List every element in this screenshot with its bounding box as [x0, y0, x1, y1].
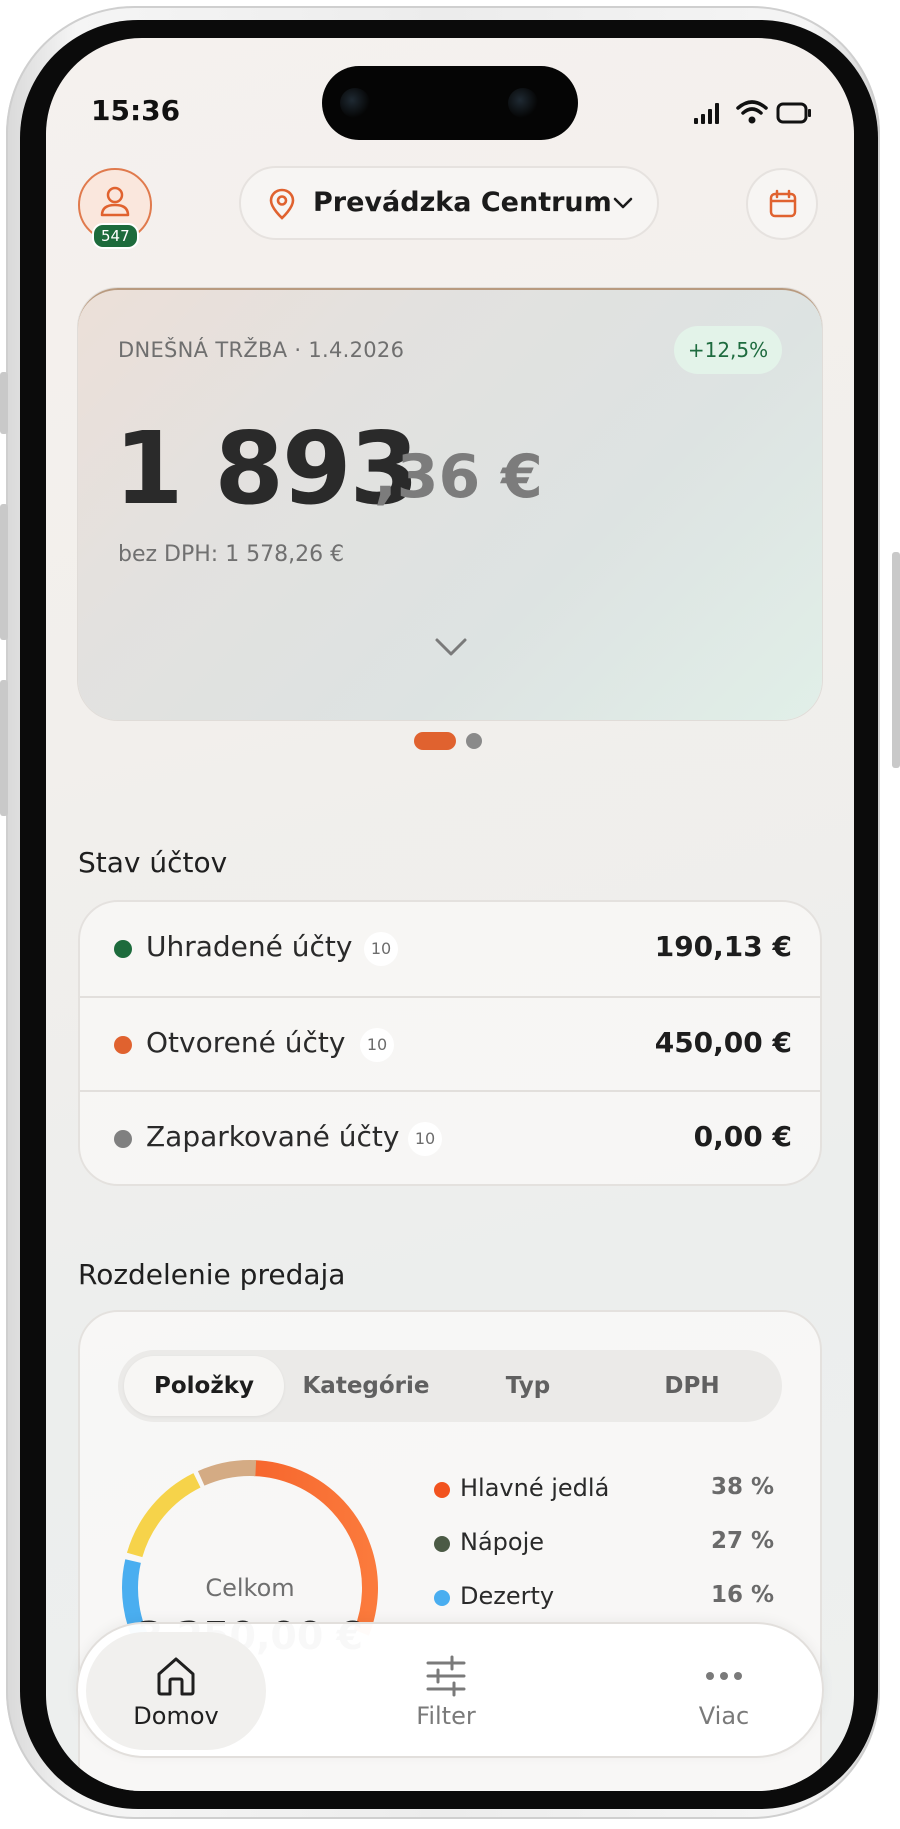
revenue-change-badge: +12,5%	[674, 326, 782, 374]
legend-dot	[434, 1482, 450, 1498]
revenue-cents: ,36 €	[374, 442, 543, 512]
home-icon	[157, 1657, 195, 1696]
action-button	[0, 372, 8, 434]
legend-name: Nápoje	[460, 1528, 545, 1556]
legend-pct: 16 %	[710, 1582, 774, 1608]
revenue-net: bez DPH: 1 578,26 €	[118, 542, 345, 567]
tab-home-label: Domov	[133, 1702, 219, 1730]
account-count: 10	[408, 1122, 442, 1156]
account-count: 10	[360, 1028, 394, 1062]
calendar-button[interactable]	[746, 168, 818, 240]
accounts-title: Stav účtov	[78, 846, 228, 879]
chevron-down-icon	[613, 197, 633, 209]
signal-wifi-battery-icon	[694, 100, 811, 124]
legend-item[interactable]: Hlavné jedlá 38 %	[434, 1470, 774, 1510]
tab-items[interactable]: Položky	[124, 1356, 284, 1416]
account-row-paid[interactable]: Uhradené účty 10 190,13 €	[80, 902, 820, 996]
account-label: Otvorené účty	[146, 1026, 346, 1059]
tab-home[interactable]: Domov	[86, 1632, 266, 1750]
volume-down-button	[0, 680, 8, 816]
legend-item[interactable]: Nápoje 27 %	[434, 1524, 774, 1564]
avatar-badge: 547	[92, 223, 139, 249]
status-dot	[114, 1130, 132, 1148]
status-dot	[114, 1036, 132, 1054]
expand-chevron-icon[interactable]	[434, 636, 468, 658]
revenue-amount: 1 893	[114, 410, 419, 527]
camera-icon	[340, 88, 370, 118]
tab-vat[interactable]: DPH	[612, 1356, 772, 1416]
sales-title: Rozdelenie predaja	[78, 1258, 346, 1291]
sensor-icon	[508, 88, 538, 118]
account-row-open[interactable]: Otvorené účty 10 450,00 €	[80, 996, 820, 1092]
tab-type[interactable]: Typ	[448, 1356, 608, 1416]
account-count: 10	[364, 932, 398, 966]
legend-name: Hlavné jedlá	[460, 1474, 610, 1502]
legend-dot	[434, 1590, 450, 1606]
legend-dot	[434, 1536, 450, 1552]
account-label: Uhradené účty	[146, 930, 353, 963]
revenue-label: DNEŠNÁ TRŽBA · 1.4.2026	[118, 338, 405, 362]
tab-more[interactable]: Viac	[634, 1632, 814, 1750]
calendar-icon	[769, 189, 797, 218]
tab-categories[interactable]: Kategórie	[286, 1356, 446, 1416]
more-dots-icon	[706, 1672, 742, 1680]
revenue-card[interactable]: DNEŠNÁ TRŽBA · 1.4.2026 +12,5% 1 893 ,36…	[78, 288, 822, 720]
account-row-parked[interactable]: Zaparkované účty 10 0,00 €	[80, 1090, 820, 1184]
status-icons	[694, 98, 814, 128]
location-pin-icon	[269, 188, 295, 220]
volume-up-button	[0, 504, 8, 640]
account-value: 450,00 €	[654, 1026, 792, 1059]
legend-name: Dezerty	[460, 1582, 555, 1610]
user-icon	[100, 186, 130, 217]
screen: 15:36 547 Prevádzka Centrum DNEŠNÁ TRŽBA…	[46, 38, 854, 1791]
tab-filter-label: Filter	[416, 1702, 476, 1730]
status-time: 15:36	[91, 94, 181, 127]
location-selector[interactable]: Prevádzka Centrum	[239, 166, 659, 240]
dynamic-island	[322, 66, 578, 140]
filter-sliders-icon	[426, 1655, 466, 1697]
accounts-card: Uhradené účty 10 190,13 € Otvorené účty …	[78, 900, 822, 1186]
bottom-tab-bar: Domov Filter Viac	[76, 1622, 824, 1758]
legend-pct: 38 %	[710, 1474, 774, 1500]
carousel-dot-active[interactable]	[414, 732, 456, 750]
tab-filter[interactable]: Filter	[356, 1632, 536, 1750]
carousel-dot[interactable]	[466, 733, 482, 749]
user-avatar[interactable]: 547	[78, 168, 152, 249]
legend-pct: 27 %	[710, 1528, 774, 1554]
location-label: Prevádzka Centrum	[313, 187, 612, 218]
account-value: 0,00 €	[693, 1120, 792, 1153]
power-button	[892, 552, 900, 768]
legend-item[interactable]: Dezerty 16 %	[434, 1578, 774, 1618]
account-label: Zaparkované účty	[146, 1120, 400, 1153]
donut-label: Celkom	[205, 1574, 295, 1602]
sales-segmented-control: Položky Kategórie Typ DPH	[118, 1350, 782, 1422]
status-dot	[114, 940, 132, 958]
account-value: 190,13 €	[654, 930, 792, 963]
tab-more-label: Viac	[698, 1702, 750, 1730]
